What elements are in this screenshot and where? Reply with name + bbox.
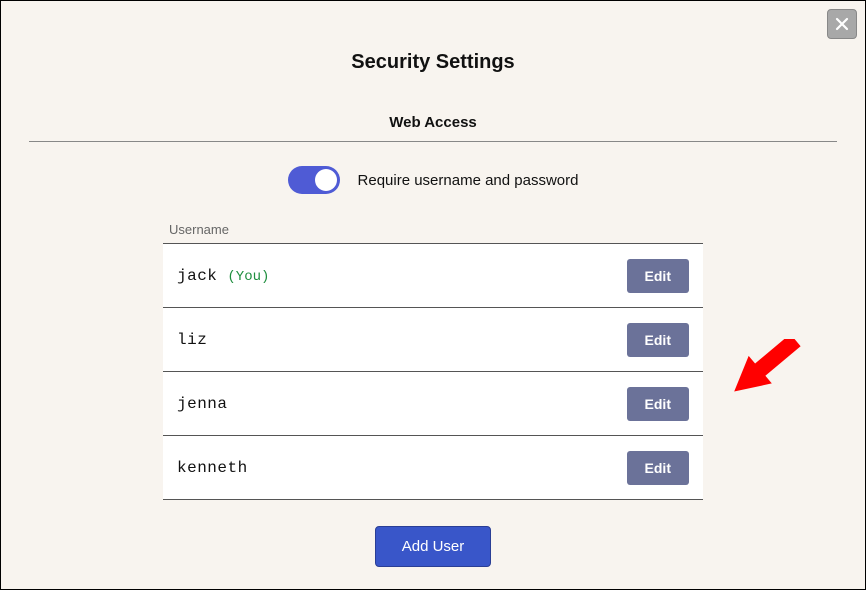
edit-button[interactable]: Edit <box>627 259 689 293</box>
require-auth-toggle[interactable] <box>288 166 340 194</box>
edit-button[interactable]: Edit <box>627 387 689 421</box>
user-row: jack (You) Edit <box>163 244 703 308</box>
users-table: Username jack (You) Edit liz Edit jenna … <box>163 222 703 500</box>
dialog-title: Security Settings <box>1 51 865 74</box>
user-row: kenneth Edit <box>163 436 703 500</box>
username: jack <box>177 267 217 285</box>
section-title: Web Access <box>1 114 865 141</box>
close-button[interactable] <box>827 9 857 39</box>
username: jenna <box>177 395 228 413</box>
section-divider <box>29 141 837 142</box>
require-auth-label: Require username and password <box>358 172 579 189</box>
username: liz <box>177 331 207 349</box>
user-row: jenna Edit <box>163 372 703 436</box>
close-icon <box>834 16 850 32</box>
column-header-username: Username <box>163 222 703 243</box>
add-user-button[interactable]: Add User <box>375 526 492 567</box>
user-row: liz Edit <box>163 308 703 372</box>
you-badge: (You) <box>227 269 269 285</box>
username: kenneth <box>177 459 248 477</box>
annotation-arrow-icon <box>726 339 816 419</box>
require-auth-row: Require username and password <box>1 166 865 194</box>
edit-button[interactable]: Edit <box>627 323 689 357</box>
toggle-knob <box>315 169 337 191</box>
edit-button[interactable]: Edit <box>627 451 689 485</box>
